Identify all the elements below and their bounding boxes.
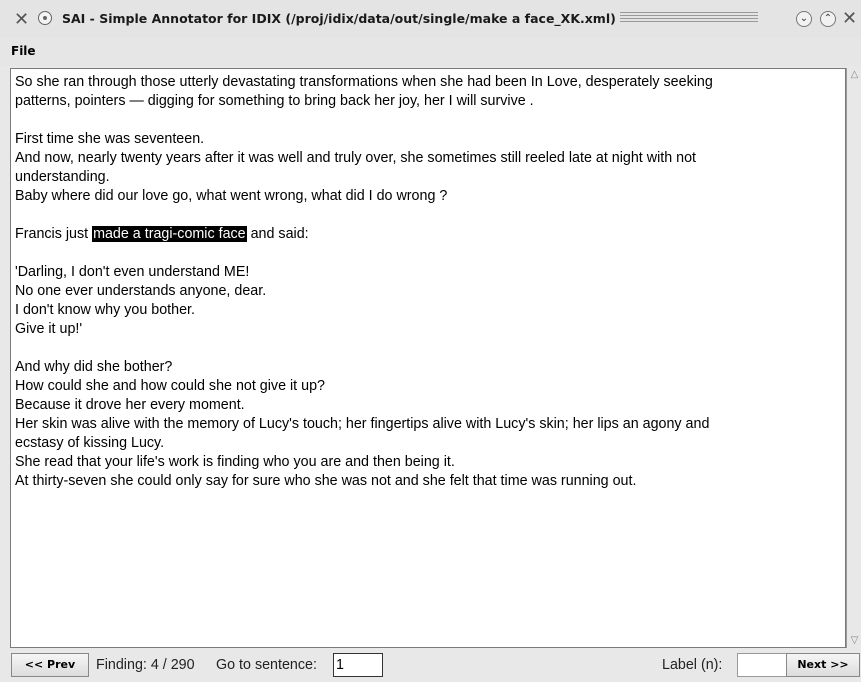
navigation-bar: << Prev Finding: 4 / 290 Go to sentence:…	[0, 648, 861, 682]
chevron-up-icon[interactable]: ⌃	[820, 11, 836, 27]
text-line: ecstasy of kissing Lucy.	[15, 435, 165, 451]
text-line: I don't know why you bother.	[15, 302, 195, 318]
text-line: Baby where did our love go, what went wr…	[15, 188, 448, 204]
document-content: So she ran through those utterly devasta…	[15, 73, 823, 510]
text-line: understanding.	[15, 169, 110, 185]
title-bar: ✕ SAI - Simple Annotator for IDIX (/proj…	[0, 0, 861, 38]
vertical-scrollbar[interactable]: △ ▽	[846, 68, 861, 648]
menu-file[interactable]: File	[11, 44, 36, 58]
text-line: Her skin was alive with the memory of Lu…	[15, 416, 710, 432]
text-line: And now, nearly twenty years after it wa…	[15, 150, 697, 166]
text-line: She read that your life's work is findin…	[15, 454, 455, 470]
text-line: At thirty-seven she could only say for s…	[15, 473, 637, 489]
sticky-dot-icon[interactable]	[38, 11, 52, 25]
goto-sentence-input[interactable]: 1	[333, 653, 383, 677]
paragraph: First time she was seventeen. And now, n…	[15, 130, 823, 206]
next-button[interactable]: Next >>	[786, 653, 860, 677]
paragraph: Francis just made a tragi-comic face and…	[15, 225, 823, 244]
scroll-down-arrow-icon[interactable]: ▽	[848, 634, 861, 648]
prev-button[interactable]: << Prev	[11, 653, 89, 677]
finding-counter: Finding: 4 / 290	[96, 657, 195, 673]
text-line: 'Darling, I don't even understand ME!	[15, 264, 250, 280]
paragraph: And why did she bother? How could she an…	[15, 358, 823, 491]
text-line: Give it up!'	[15, 321, 83, 337]
x-tools-icon[interactable]: ✕	[14, 9, 29, 30]
label-n-label: Label (n):	[662, 657, 723, 673]
text-line: Because it drove her every moment.	[15, 397, 245, 413]
paragraph: 'Darling, I don't even understand ME! No…	[15, 263, 823, 339]
text-line: How could she and how could she not give…	[15, 378, 325, 394]
text-line: patterns, pointers — digging for somethi…	[15, 93, 534, 109]
chevron-down-icon[interactable]: ⌄	[796, 11, 812, 27]
text-line: And why did she bother?	[15, 359, 173, 375]
text-line: No one ever understands anyone, dear.	[15, 283, 267, 299]
scroll-up-arrow-icon[interactable]: △	[848, 68, 861, 82]
label-input[interactable]	[737, 653, 787, 677]
text-line: So she ran through those utterly devasta…	[15, 74, 713, 90]
text-line: First time she was seventeen.	[15, 131, 205, 147]
document-text-area[interactable]: So she ran through those utterly devasta…	[10, 68, 846, 648]
highlighted-finding[interactable]: made a tragi-comic face	[92, 226, 247, 242]
text-before-highlight: Francis just	[15, 226, 93, 242]
paragraph: So she ran through those utterly devasta…	[15, 73, 823, 111]
title-grip[interactable]	[620, 12, 758, 23]
goto-sentence-label: Go to sentence:	[216, 657, 317, 673]
text-line: Francis just made a tragi-comic face and…	[15, 225, 823, 244]
menu-bar: File	[0, 38, 861, 66]
close-icon[interactable]: ✕	[842, 8, 857, 29]
text-after-highlight: and said:	[246, 226, 309, 242]
window-title: SAI - Simple Annotator for IDIX (/proj/i…	[62, 11, 616, 26]
